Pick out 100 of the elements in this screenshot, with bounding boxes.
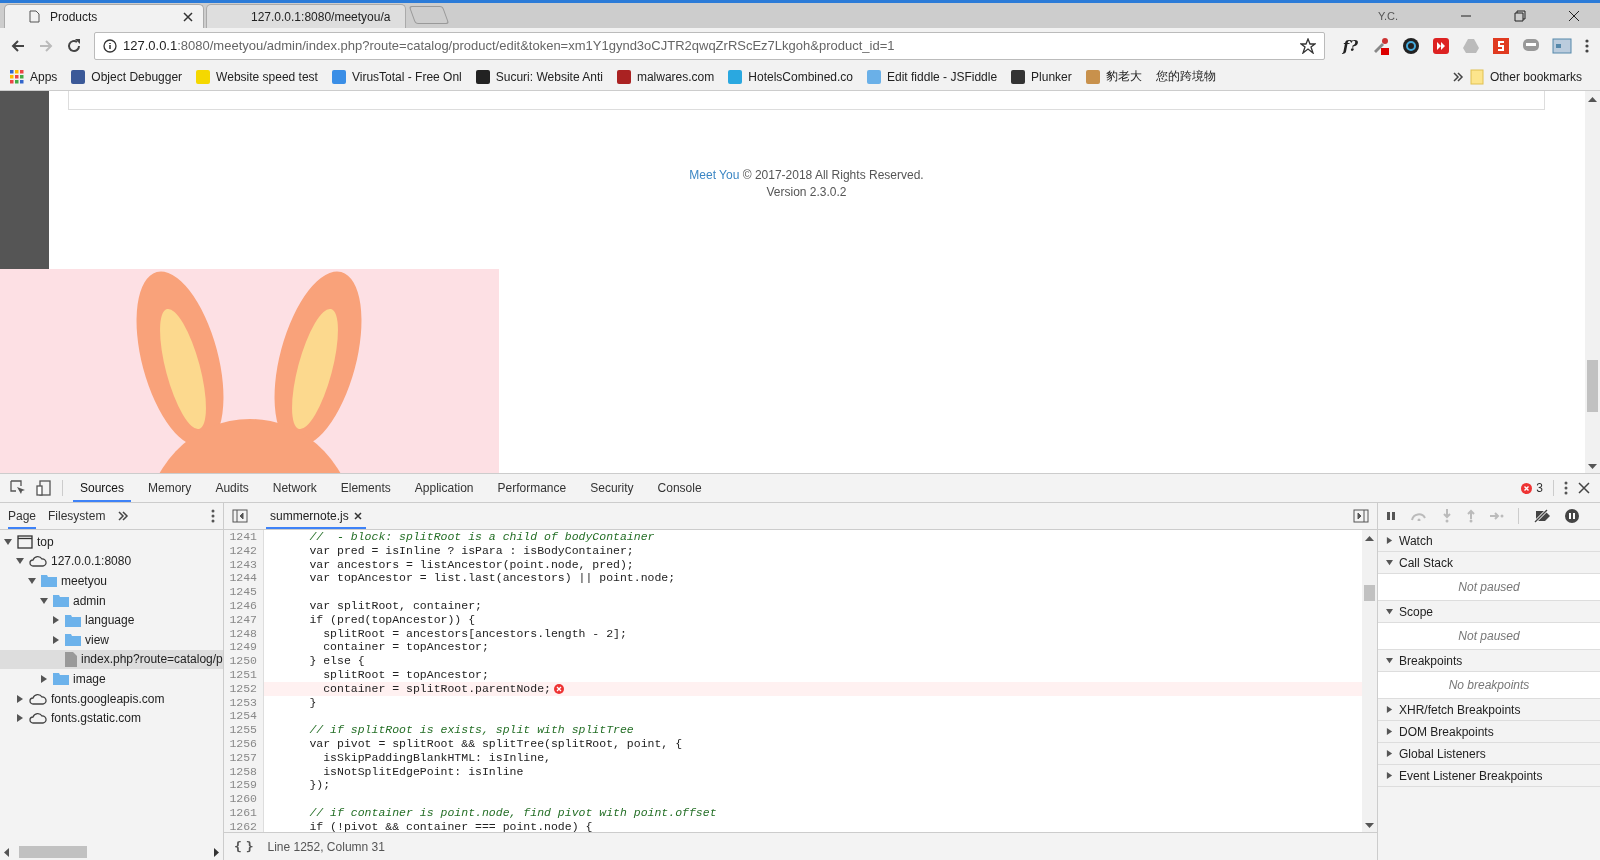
tree-item[interactable]: top (0, 532, 223, 552)
scroll-up-icon[interactable] (1588, 97, 1597, 102)
collapsed-arrow-icon[interactable] (16, 714, 24, 723)
navigator-tab[interactable]: Page (8, 503, 37, 529)
collapsed-arrow-icon[interactable] (1386, 537, 1393, 544)
navigator-tab[interactable]: Filesystem (48, 503, 106, 529)
bookmark[interactable]: HotelsCombined.co (748, 69, 853, 84)
section-header[interactable]: XHR/fetch Breakpoints (1378, 699, 1600, 721)
bookmark[interactable]: Apps (30, 69, 58, 84)
pretty-print-button[interactable]: { } (234, 839, 252, 854)
expanded-arrow-icon[interactable] (28, 577, 36, 585)
devtools-tab[interactable]: Security (583, 474, 641, 502)
restore-icon[interactable] (1514, 9, 1526, 22)
browser-tab[interactable]: 127.0.0.1:8080/meetyou/a (206, 4, 406, 28)
scroll-down-icon[interactable] (1588, 464, 1597, 469)
collapsed-arrow-icon[interactable] (52, 616, 60, 625)
tree-item[interactable]: image (0, 669, 223, 689)
bookmark[interactable]: VirusTotal - Free Onl (351, 69, 462, 84)
expanded-arrow-icon[interactable] (40, 596, 48, 605)
scroll-up-icon[interactable] (1365, 536, 1374, 541)
back-icon[interactable] (10, 37, 26, 54)
tree-item[interactable]: admin (0, 590, 223, 611)
collapsed-arrow-icon[interactable] (52, 635, 60, 644)
tree-item[interactable]: 127.0.0.1:8080 (0, 551, 223, 572)
scroll-right-icon[interactable] (214, 847, 219, 857)
devtools-tab[interactable]: Audits (208, 474, 256, 502)
profile-name[interactable]: Y.C. (1378, 9, 1398, 22)
close-icon[interactable] (183, 11, 193, 22)
bookmark[interactable]: 豹老大 (1105, 68, 1142, 85)
close-icon[interactable] (353, 511, 362, 520)
devtools-tab[interactable]: Application (407, 474, 481, 502)
section-header[interactable]: Global Listeners (1378, 743, 1600, 765)
code-editor[interactable] (224, 530, 1377, 832)
expanded-arrow-icon[interactable] (4, 537, 12, 546)
collapsed-arrow-icon[interactable] (40, 674, 48, 683)
extension-button[interactable]: f? (1342, 36, 1358, 55)
tree-item[interactable]: view (0, 629, 223, 650)
collapsed-arrow-icon[interactable] (1386, 706, 1393, 713)
devtools-tab[interactable]: Elements (333, 474, 398, 502)
scrollbar-thumb[interactable] (19, 846, 87, 858)
footer-link[interactable]: Meet You (689, 168, 740, 182)
tree-item[interactable]: fonts.googleapis.com (0, 688, 223, 709)
window-icon[interactable] (1552, 36, 1572, 55)
collapsed-arrow-icon[interactable] (16, 694, 24, 703)
pause-icon[interactable] (1386, 511, 1396, 521)
expanded-arrow-icon[interactable] (16, 557, 24, 566)
bookmark-icon[interactable] (1011, 69, 1026, 84)
tree-item[interactable]: fonts.gstatic.com (0, 708, 223, 728)
bookmark[interactable]: Plunker (1031, 69, 1072, 84)
section-header[interactable]: DOM Breakpoints (1378, 721, 1600, 743)
close-icon[interactable] (1578, 482, 1590, 494)
address-bar[interactable]: 127.0.0.1:8080/meetyou/admin/index.php?route=catalog/product/edit&token=xm1Y1gynd3oCJTR2qwqZrRScEz7Lkgoh&product_id=1 (94, 31, 1325, 60)
devtools-tab[interactable]: Memory (141, 474, 199, 502)
file-tab[interactable]: summernote.js (266, 503, 366, 529)
bookmark-icon[interactable] (475, 69, 490, 84)
devtools-tab[interactable]: Sources (73, 474, 132, 502)
scroll-left-icon[interactable] (4, 847, 9, 857)
devtools-tab[interactable]: Console (650, 474, 709, 502)
bookmark[interactable]: Sucuri: Website Anti (495, 69, 603, 84)
scrollbar[interactable] (1362, 530, 1377, 832)
debugger-toggle-icon[interactable] (1353, 509, 1369, 523)
section-header[interactable]: Watch (1378, 530, 1600, 552)
tree-item[interactable]: meetyou (0, 571, 223, 591)
device-icon[interactable] (36, 480, 52, 496)
browser-tab[interactable]: Products (4, 4, 204, 28)
inspect-icon[interactable] (10, 480, 26, 496)
bookmark[interactable]: Website speed test (216, 69, 318, 84)
menu-icon[interactable] (1584, 37, 1590, 54)
chevron-icon[interactable] (1451, 70, 1464, 83)
color-wheel-icon[interactable] (1402, 36, 1420, 55)
bookmark[interactable]: 您的跨境物 (1155, 68, 1216, 85)
bookmark[interactable]: Other bookmarks (1489, 69, 1582, 84)
error-count[interactable]: 3 (1536, 481, 1543, 495)
devtools-tab[interactable]: Network (265, 474, 324, 502)
more-icon[interactable] (1564, 481, 1568, 495)
more-icon[interactable] (211, 509, 215, 523)
collapsed-arrow-icon[interactable] (1386, 728, 1393, 735)
bookmark[interactable]: malwares.com (636, 69, 715, 84)
section-header[interactable]: Event Listener Breakpoints (1378, 765, 1600, 787)
bookmark[interactable]: Edit fiddle - JSFiddle (887, 69, 998, 84)
bookmark-icon[interactable] (71, 69, 86, 84)
deactivate-breakpoints-icon[interactable] (1533, 509, 1551, 523)
tree-item[interactable]: index.php?route=catalog/p (0, 649, 223, 670)
star-icon[interactable] (1299, 37, 1316, 54)
forward-button-icon[interactable] (1432, 36, 1450, 55)
close-icon[interactable] (1568, 9, 1580, 22)
apps-icon[interactable] (10, 69, 24, 84)
scrollbar-thumb[interactable] (1587, 360, 1598, 412)
bookmark[interactable]: Object Debugger (91, 69, 183, 84)
bookmark-icon[interactable] (616, 69, 631, 84)
collapsed-arrow-icon[interactable] (1386, 772, 1393, 779)
expanded-arrow-icon[interactable] (1386, 559, 1393, 566)
expanded-arrow-icon[interactable] (1386, 657, 1393, 664)
tree-item[interactable]: language (0, 610, 223, 630)
pause-on-exceptions-icon[interactable] (1565, 509, 1579, 523)
square-s-icon[interactable] (1492, 36, 1510, 55)
collapsed-arrow-icon[interactable] (1386, 750, 1393, 757)
error-icon[interactable] (553, 683, 564, 694)
sidebar-toggle-icon[interactable] (232, 509, 248, 523)
scrollbar[interactable] (1585, 91, 1600, 473)
